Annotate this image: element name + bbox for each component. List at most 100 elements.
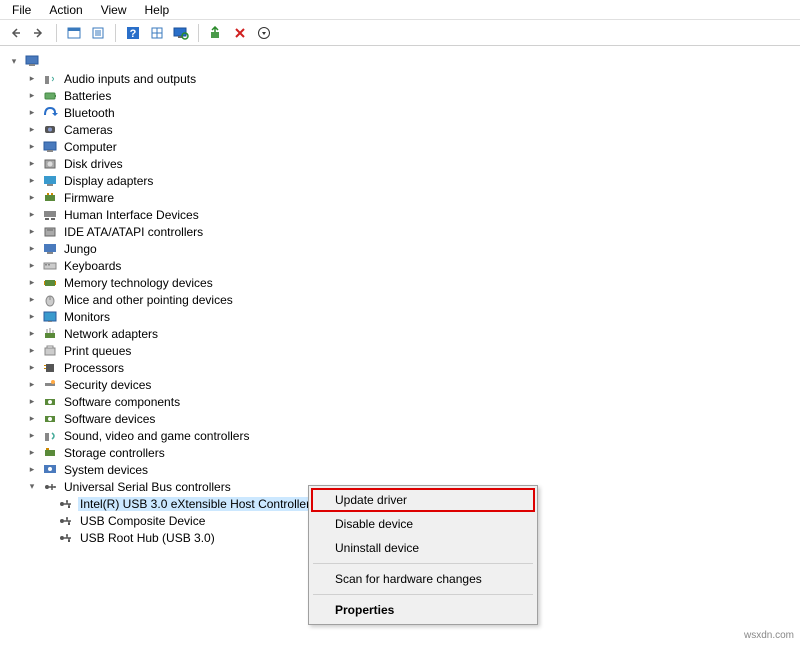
tree-root-row[interactable]: ▾ [8, 52, 800, 70]
ctx-update-driver[interactable]: Update driver [311, 488, 535, 512]
watermark: wsxdn.com [744, 630, 794, 641]
tree-category-row[interactable]: ▸System devices [26, 461, 800, 478]
category-icon [42, 411, 58, 427]
category-icon [42, 258, 58, 274]
tree-category-row[interactable]: ▸Memory technology devices [26, 274, 800, 291]
chevron-right-icon[interactable]: ▸ [26, 414, 38, 423]
chevron-right-icon[interactable]: ▸ [26, 312, 38, 321]
chevron-right-icon[interactable]: ▸ [26, 261, 38, 270]
tree-category-row[interactable]: ▸ Batteries [26, 87, 800, 104]
tree-category-label: Universal Serial Bus controllers [62, 480, 233, 494]
chevron-right-icon[interactable]: ▸ [26, 142, 38, 151]
chevron-right-icon[interactable]: ▸ [26, 193, 38, 202]
category-icon [42, 105, 58, 121]
menu-action[interactable]: Action [41, 1, 90, 19]
chevron-right-icon[interactable]: ▸ [26, 159, 38, 168]
uninstall-button[interactable] [229, 22, 251, 44]
scan-button[interactable] [170, 22, 192, 44]
chevron-right-icon[interactable]: ▸ [26, 108, 38, 117]
tree-category-row[interactable]: ▸ Computer [26, 138, 800, 155]
menu-file[interactable]: File [4, 1, 39, 19]
show-hide-button[interactable] [63, 22, 85, 44]
ctx-properties[interactable]: Properties [311, 598, 535, 622]
tree-category-row[interactable]: ▸Audio inputs and outputs [26, 70, 800, 87]
usb-icon [58, 496, 74, 512]
tree-category-label: Human Interface Devices [62, 208, 201, 222]
tree-category-label: Keyboards [62, 259, 123, 273]
tree-category-row[interactable]: ▸ Network adapters [26, 325, 800, 342]
action-button[interactable] [146, 22, 168, 44]
tree-category-row[interactable]: ▸ Human Interface Devices [26, 206, 800, 223]
ctx-disable-device[interactable]: Disable device [311, 512, 535, 536]
chevron-right-icon[interactable]: ▸ [26, 431, 38, 440]
tree-category-row[interactable]: ▸Cameras [26, 121, 800, 138]
chevron-right-icon[interactable]: ▸ [26, 91, 38, 100]
category-icon [42, 377, 58, 393]
chevron-right-icon[interactable]: ▸ [26, 74, 38, 83]
ctx-uninstall-device[interactable]: Uninstall device [311, 536, 535, 560]
tree-category-row[interactable]: ▸Firmware [26, 189, 800, 206]
tree-category-row[interactable]: ▸Jungo [26, 240, 800, 257]
chevron-right-icon[interactable]: ▸ [26, 448, 38, 457]
chevron-right-icon[interactable]: ▸ [26, 125, 38, 134]
category-icon [42, 207, 58, 223]
tree-device-label: USB Composite Device [78, 514, 207, 528]
tree-category-row[interactable]: ▸Security devices [26, 376, 800, 393]
tree-category-row[interactable]: ▸Processors [26, 359, 800, 376]
tree-category-row[interactable]: ▸ Keyboards [26, 257, 800, 274]
back-button[interactable] [4, 22, 26, 44]
category-icon [42, 122, 58, 138]
menubar: File Action View Help [0, 0, 800, 20]
chevron-right-icon[interactable]: ▸ [26, 329, 38, 338]
tree-category-row[interactable]: ▸Software devices [26, 410, 800, 427]
ctx-scan-hardware[interactable]: Scan for hardware changes [311, 567, 535, 591]
tree-category-label: Network adapters [62, 327, 160, 341]
category-icon [42, 241, 58, 257]
tree-category-row[interactable]: ▸Mice and other pointing devices [26, 291, 800, 308]
tree-category-label: Disk drives [62, 157, 125, 171]
forward-button[interactable] [28, 22, 50, 44]
help-button[interactable]: ? [122, 22, 144, 44]
category-icon [42, 139, 58, 155]
category-icon [42, 88, 58, 104]
tree-category-row[interactable]: ▸IDE ATA/ATAPI controllers [26, 223, 800, 240]
tree-category-row[interactable]: ▸Print queues [26, 342, 800, 359]
chevron-right-icon[interactable]: ▸ [26, 380, 38, 389]
menu-view[interactable]: View [93, 1, 135, 19]
tree-category-row[interactable]: ▸Sound, video and game controllers [26, 427, 800, 444]
tree-category-row[interactable]: ▸Storage controllers [26, 444, 800, 461]
chevron-down-icon[interactable]: ▾ [26, 482, 38, 491]
tree-category-row[interactable]: ▸ Software components [26, 393, 800, 410]
svg-text:?: ? [130, 28, 137, 40]
chevron-right-icon[interactable]: ▸ [26, 397, 38, 406]
tree-category-row[interactable]: ▸Bluetooth [26, 104, 800, 121]
category-icon [42, 343, 58, 359]
chevron-right-icon[interactable]: ▸ [26, 278, 38, 287]
tree-category-row[interactable]: ▸Display adapters [26, 172, 800, 189]
disable-button[interactable] [253, 22, 275, 44]
chevron-right-icon[interactable]: ▸ [26, 210, 38, 219]
tree-category-row[interactable]: ▸Monitors [26, 308, 800, 325]
x-icon [232, 25, 248, 41]
help-icon: ? [125, 25, 141, 41]
tree-category-label: Software components [62, 395, 182, 409]
device-tree: ▾ ▸Audio inputs and outputs▸Batteries▸Bl… [0, 46, 800, 546]
chevron-right-icon[interactable]: ▸ [26, 176, 38, 185]
tree-category-label: Computer [62, 140, 119, 154]
update-driver-button[interactable] [205, 22, 227, 44]
expander-icon[interactable]: ▾ [8, 57, 20, 66]
category-icon [42, 428, 58, 444]
properties-button[interactable] [87, 22, 109, 44]
tree-category-row[interactable]: ▸ Disk drives [26, 155, 800, 172]
chevron-right-icon[interactable]: ▸ [26, 295, 38, 304]
category-icon [42, 462, 58, 478]
chevron-right-icon[interactable]: ▸ [26, 346, 38, 355]
chevron-right-icon[interactable]: ▸ [26, 465, 38, 474]
chevron-right-icon[interactable]: ▸ [26, 363, 38, 372]
category-icon [42, 71, 58, 87]
tree-category-label: Batteries [62, 89, 113, 103]
context-menu: Update driver Disable device Uninstall d… [308, 485, 538, 625]
chevron-right-icon[interactable]: ▸ [26, 244, 38, 253]
menu-help[interactable]: Help [137, 1, 178, 19]
chevron-right-icon[interactable]: ▸ [26, 227, 38, 236]
